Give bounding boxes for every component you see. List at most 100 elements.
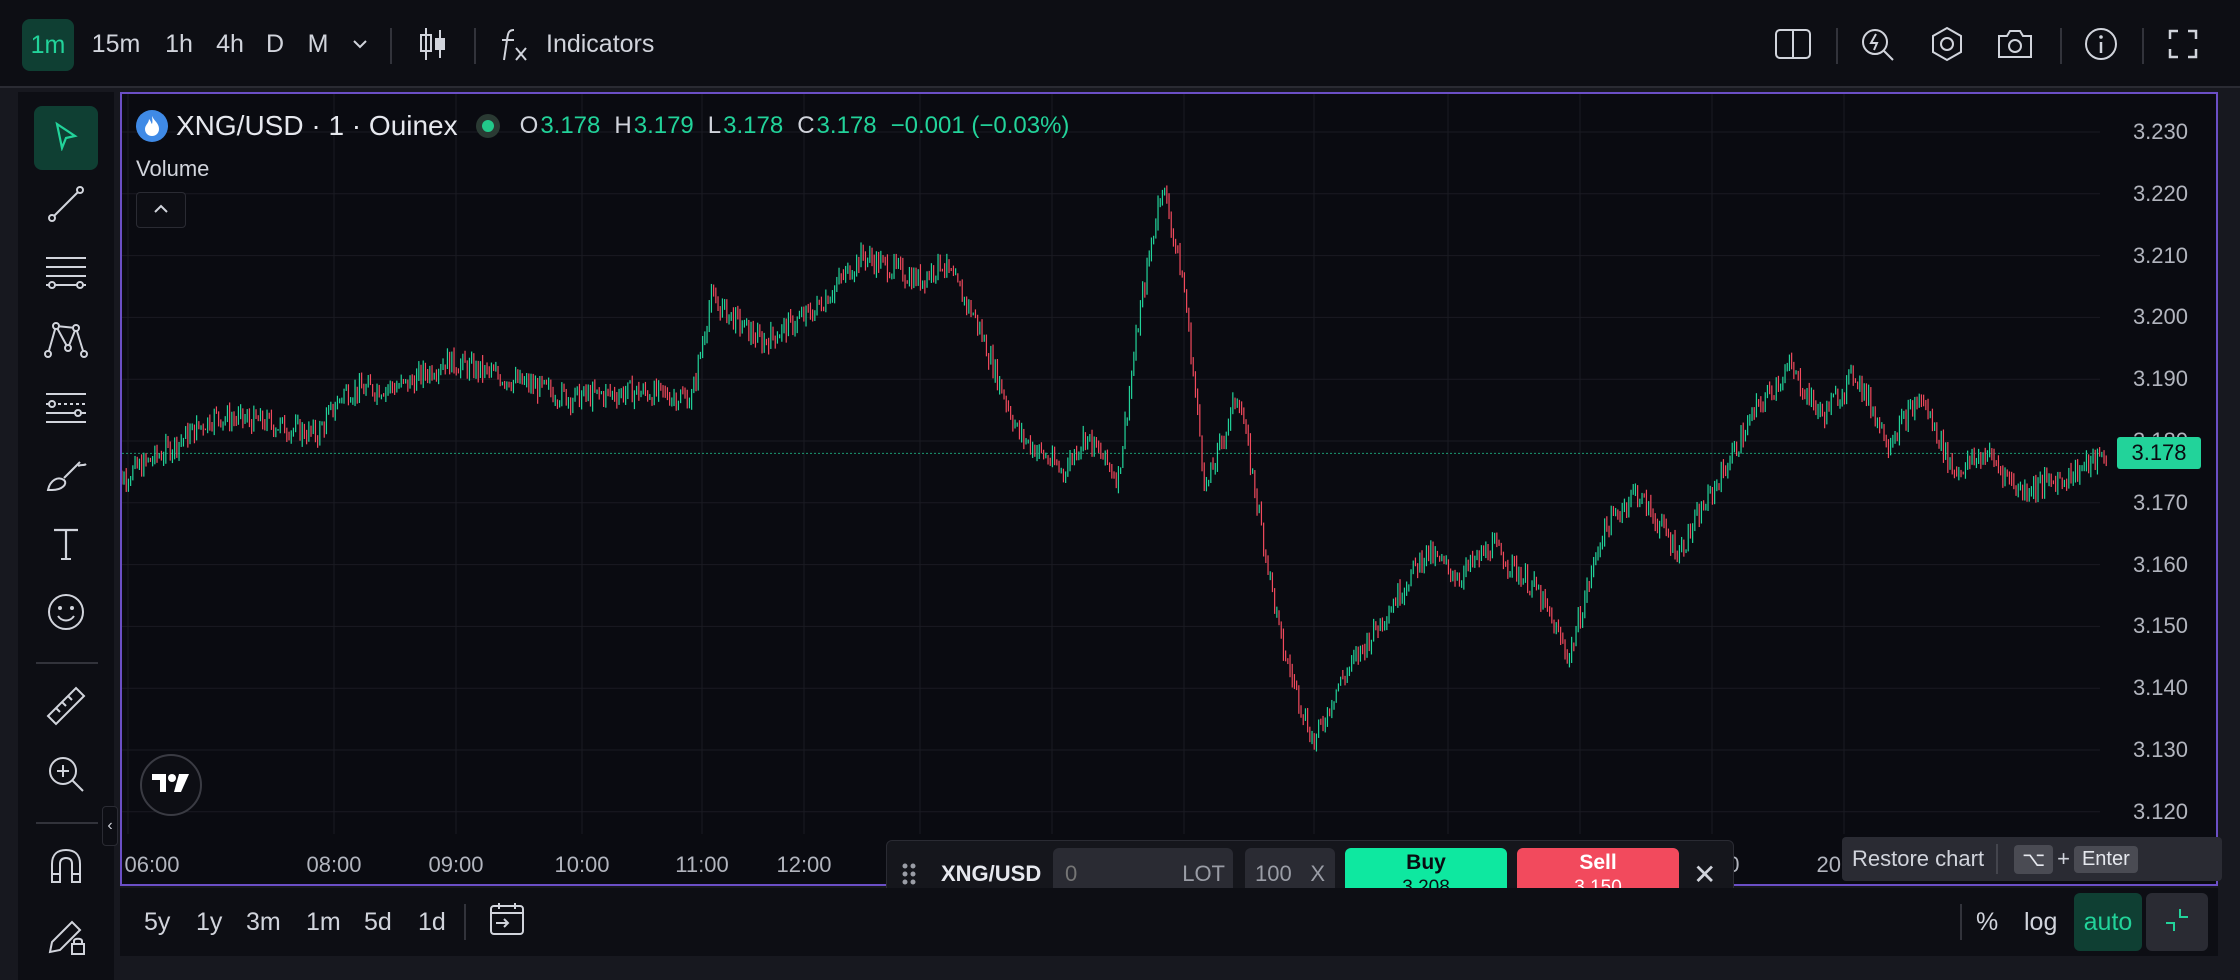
quick-search-button[interactable] <box>1856 0 1898 88</box>
pattern-tool[interactable] <box>34 310 98 374</box>
price-chart[interactable] <box>122 94 2216 884</box>
drawing-toolbar <box>18 92 114 980</box>
log-scale-toggle[interactable]: log <box>2024 888 2057 956</box>
text-tool[interactable] <box>34 514 98 578</box>
volume-indicator-label[interactable]: Volume <box>136 156 209 182</box>
interval-15m[interactable]: 15m <box>88 0 144 88</box>
interval-dropdown[interactable] <box>346 0 374 88</box>
restore-chart-label: Restore chart <box>1852 846 1985 871</box>
toolbar-divider <box>390 28 392 64</box>
ohlc-low-key: L <box>707 112 722 139</box>
toolbar-divider <box>36 822 98 824</box>
range-1d[interactable]: 1d <box>418 888 446 956</box>
info-icon <box>2084 27 2118 61</box>
horizontal-lines-tool[interactable] <box>34 242 98 306</box>
chevron-down-icon <box>352 39 368 49</box>
price-tick-label: 3.140 <box>2132 675 2188 701</box>
indicators-label: Indicators <box>546 29 655 58</box>
interval-4h[interactable]: 4h <box>210 0 250 88</box>
fullscreen-icon <box>2168 29 2198 59</box>
indicators-button[interactable]: Indicators <box>498 0 678 88</box>
interval-1h[interactable]: 1h <box>160 0 198 88</box>
ohlc-close: 3.178 <box>816 112 877 139</box>
trend-line-tool[interactable] <box>34 174 98 238</box>
time-tick-label: 08:00 <box>306 852 362 877</box>
price-tick-label: 3.120 <box>2132 798 2188 824</box>
chart-grid <box>122 94 2100 834</box>
percent-scale-toggle[interactable]: % <box>1976 888 1998 956</box>
buy-label: Buy <box>1406 851 1446 874</box>
chart-type-button[interactable] <box>408 0 458 88</box>
info-button[interactable] <box>2080 0 2122 88</box>
toolbar-divider <box>2142 28 2144 64</box>
snapshot-button[interactable] <box>1994 0 2036 88</box>
price-tick-label: 3.210 <box>2132 242 2188 268</box>
time-tick-label: 09:00 <box>428 852 484 877</box>
interval-d[interactable]: D <box>262 0 288 88</box>
emoji-tool[interactable] <box>34 582 98 646</box>
legend-collapse-button[interactable] <box>136 192 186 228</box>
reset-scale-button[interactable] <box>2146 893 2208 951</box>
ruler-icon <box>44 684 88 733</box>
chevron-left-icon: ‹ <box>107 817 113 834</box>
time-tick-label: 10:00 <box>554 852 610 877</box>
measure-tool[interactable] <box>34 676 98 740</box>
toolbar-divider <box>1836 28 1838 64</box>
zoom-in-icon <box>46 754 86 799</box>
settings-button[interactable] <box>1926 0 1968 88</box>
toolbar-divider <box>474 28 476 64</box>
magnet-tool[interactable] <box>34 836 98 900</box>
drag-handle-icon[interactable] <box>901 862 917 891</box>
chart-legend: XNG/USD · 1 · Ouinex O 3.178 H 3.179 L 3.17… <box>136 108 1083 144</box>
zoom-tool[interactable] <box>34 744 98 808</box>
fullscreen-button[interactable] <box>2162 0 2204 88</box>
range-1y[interactable]: 1y <box>196 888 222 956</box>
enter-key: Enter <box>2073 845 2138 873</box>
range-5y[interactable]: 5y <box>144 888 170 956</box>
split-layout-icon <box>1775 29 1811 59</box>
ohlc-open: 3.178 <box>540 112 601 139</box>
sell-label: Sell <box>1579 851 1617 874</box>
camera-icon <box>1996 28 2034 60</box>
symbol-title[interactable]: XNG/USD · 1 · Ouinex <box>176 110 458 142</box>
tradingview-logo[interactable] <box>140 754 202 816</box>
bottom-toolbar: 5y 1y 3m 1m 5d 1d % log auto <box>120 888 2218 956</box>
range-5d[interactable]: 5d <box>364 888 392 956</box>
price-tick-label: 3.160 <box>2132 551 2188 577</box>
restore-chart-tooltip[interactable]: Restore chart ⌥ + Enter <box>1842 837 2222 881</box>
toolbar-divider <box>464 904 466 940</box>
auto-scale-toggle[interactable]: auto <box>2074 893 2142 951</box>
chevron-up-icon <box>153 201 169 219</box>
brush-tool[interactable] <box>34 446 98 510</box>
layout-button[interactable] <box>1772 0 1814 88</box>
horizontal-lines-icon <box>44 252 88 297</box>
brush-icon <box>44 456 88 501</box>
time-tick-label: 12:00 <box>776 852 832 877</box>
ohlc-high-key: H <box>614 112 632 139</box>
price-change: −0.001 (−0.03%) <box>890 112 1070 139</box>
ohlc-high: 3.179 <box>633 112 694 139</box>
lock-drawings-tool[interactable] <box>34 906 98 970</box>
cursor-tool[interactable] <box>34 106 98 170</box>
symbol-flame-icon <box>136 110 168 142</box>
interval-1m[interactable]: 1m <box>22 19 74 71</box>
toolbar-collapse-button[interactable]: ‹ <box>102 806 118 846</box>
range-1m[interactable]: 1m <box>306 888 341 956</box>
market-status-icon[interactable] <box>475 114 500 138</box>
goto-date-button[interactable] <box>488 888 526 956</box>
range-3m[interactable]: 3m <box>246 888 281 956</box>
price-tick-label: 3.220 <box>2132 180 2188 206</box>
last-price-label: 3.178 <box>2117 437 2201 470</box>
text-icon <box>50 526 82 567</box>
fib-tool[interactable] <box>34 378 98 442</box>
interval-m[interactable]: M <box>302 0 334 88</box>
price-tick-label: 3.230 <box>2132 119 2188 144</box>
leverage-value: 100 <box>1255 861 1292 886</box>
ohlc-open-key: O <box>519 112 539 139</box>
lightning-search-icon <box>1859 26 1895 62</box>
candles <box>122 185 2107 752</box>
chart-pane[interactable]: XNG/USD · 1 · Ouinex O 3.178 H 3.179 L 3.17… <box>120 92 2222 906</box>
smiley-icon <box>46 592 86 637</box>
pencil-lock-icon <box>44 914 88 963</box>
calendar-goto-icon <box>488 901 526 944</box>
